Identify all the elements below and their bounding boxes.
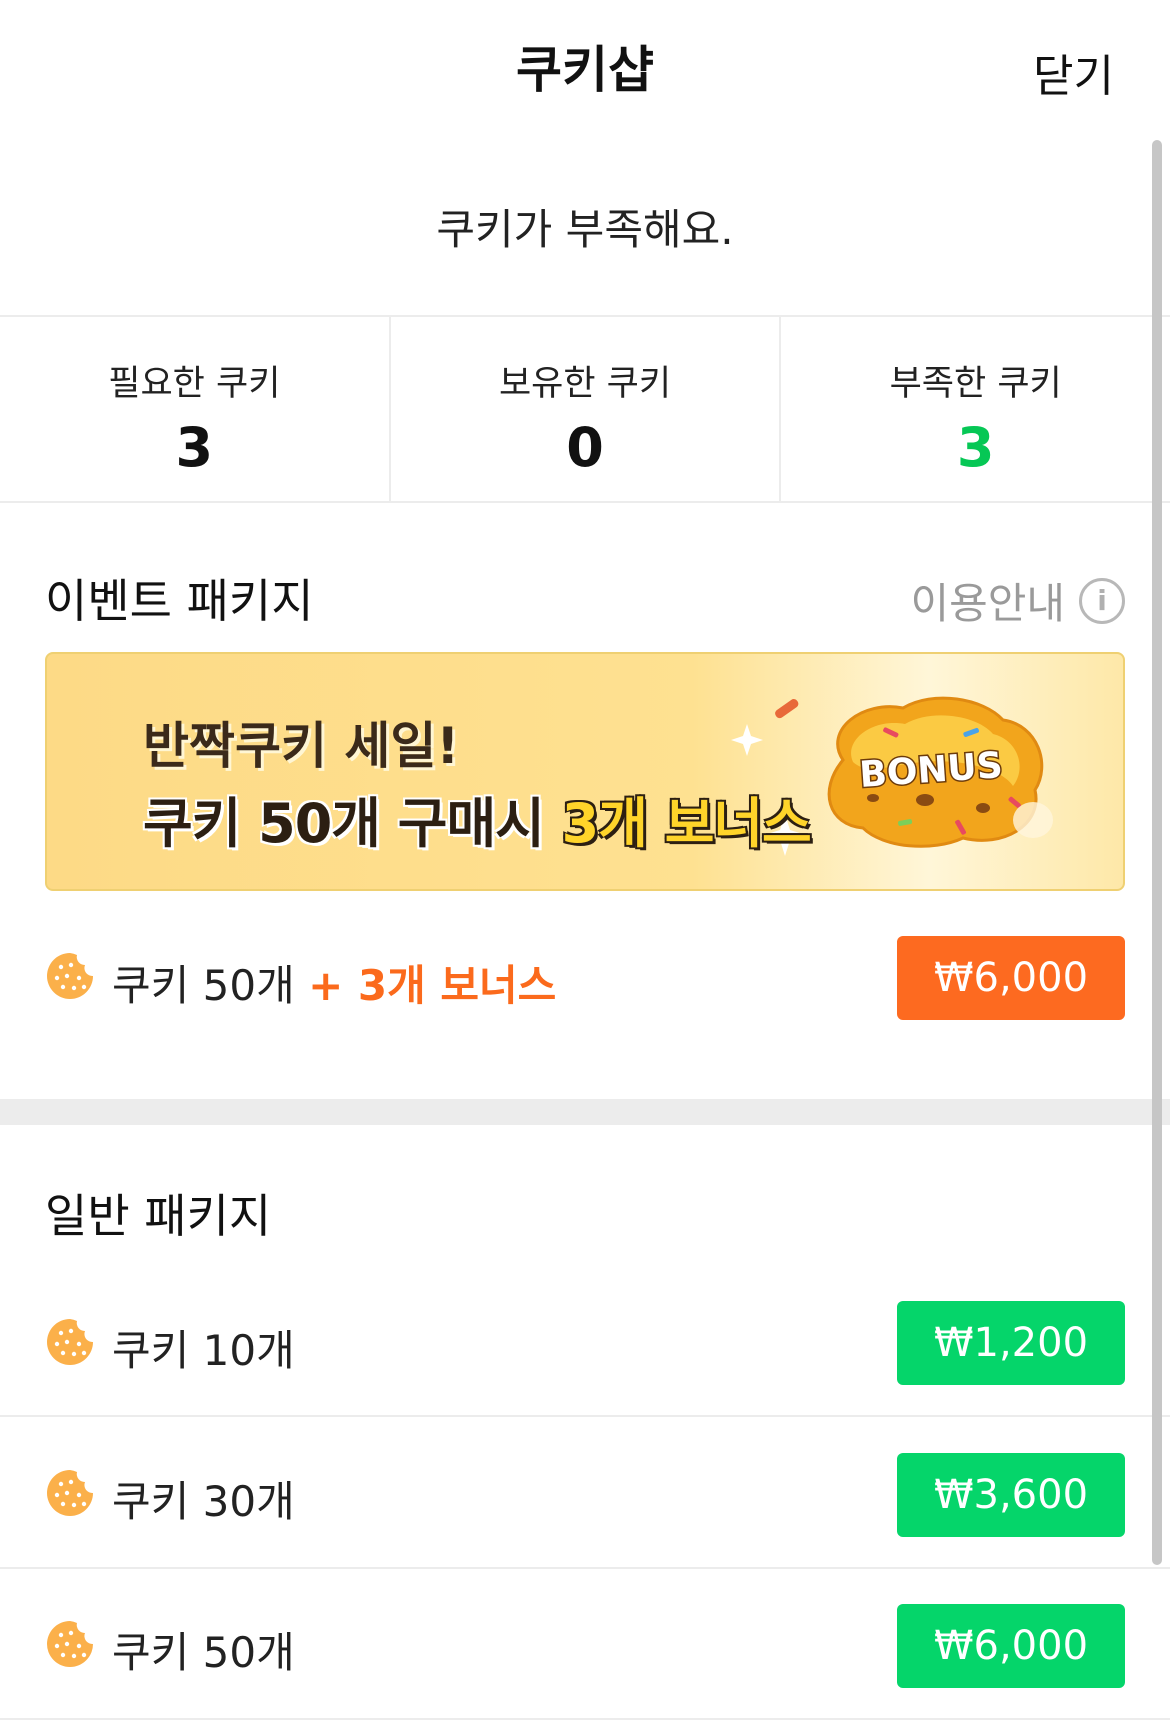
stat-label: 필요한 쿠키 <box>108 364 281 404</box>
package-10-buy-button[interactable]: ₩1,200 <box>897 1301 1125 1385</box>
package-50-buy-button[interactable]: ₩6,000 <box>897 1604 1125 1688</box>
event-banner[interactable]: 반짝쿠키 세일! 쿠키 50개 구매시 3개 보너스 BONUS <box>45 652 1125 891</box>
event-section-title: 이벤트 패키지 <box>45 574 314 628</box>
usage-guide-link[interactable]: 이용안내 i <box>910 570 1125 631</box>
event-package-label: 쿠키 50개 + 3개 보너스 <box>112 952 556 1013</box>
stat-value: 3 <box>956 416 995 479</box>
stat-shortage: 부족한 쿠키 3 <box>781 317 1170 501</box>
event-package-buy-button[interactable]: ₩6,000 <box>897 936 1125 1020</box>
package-30-buy-button[interactable]: ₩3,600 <box>897 1453 1125 1537</box>
cookie-icon <box>47 1621 93 1667</box>
package-row-30: 쿠키 30개 ₩3,600 <box>0 1419 1170 1569</box>
bonus-cookie-icon: BONUS <box>827 696 1053 848</box>
cookie-shop-page: 쿠키샵 닫기 쿠키가 부족해요. 필요한 쿠키 3 보유한 쿠키 0 부족한 쿠… <box>0 0 1170 1725</box>
package-name: 쿠키 50개 <box>112 1628 295 1677</box>
bonus-text: + 3개 보너스 <box>308 961 557 1010</box>
cookie-icon <box>47 1470 93 1516</box>
banner-subheadline-prefix: 쿠키 50개 구매시 <box>143 792 562 855</box>
stat-value: 0 <box>566 416 604 479</box>
package-row-10: 쿠키 10개 ₩1,200 <box>0 1267 1170 1417</box>
page-title: 쿠키샵 <box>516 41 654 99</box>
banner-subheadline: 쿠키 50개 구매시 3개 보너스 <box>143 779 812 858</box>
stat-required: 필요한 쿠키 3 <box>0 317 391 501</box>
package-row-50: 쿠키 50개 ₩6,000 <box>0 1570 1170 1720</box>
package-name: 쿠키 10개 <box>112 1326 295 1375</box>
cookie-stats: 필요한 쿠키 3 보유한 쿠키 0 부족한 쿠키 3 <box>0 315 1170 503</box>
shortage-message: 쿠키가 부족해요. <box>436 205 734 254</box>
regular-section-title: 일반 패키지 <box>45 1189 272 1243</box>
banner-headline: 반짝쿠키 세일! <box>143 717 460 775</box>
close-button[interactable]: 닫기 <box>1033 40 1114 104</box>
package-name: 쿠키 30개 <box>112 1477 295 1526</box>
cookie-icon <box>47 1319 93 1365</box>
package-name: 쿠키 50개 <box>112 961 295 1010</box>
header: 쿠키샵 닫기 <box>0 0 1170 130</box>
event-package-row: 쿠키 50개 + 3개 보너스 ₩6,000 <box>0 902 1170 1052</box>
banner-subheadline-highlight: 3개 보너스 <box>561 792 812 855</box>
stat-label: 보유한 쿠키 <box>498 364 672 404</box>
stat-value: 3 <box>175 416 214 479</box>
usage-guide-label: 이용안내 <box>910 579 1065 628</box>
cookie-icon <box>47 953 93 999</box>
section-divider <box>0 1099 1170 1125</box>
stat-label: 부족한 쿠키 <box>889 364 1062 404</box>
scrollbar[interactable] <box>1152 140 1162 1565</box>
stat-owned: 보유한 쿠키 0 <box>391 317 782 501</box>
info-icon: i <box>1079 577 1125 624</box>
